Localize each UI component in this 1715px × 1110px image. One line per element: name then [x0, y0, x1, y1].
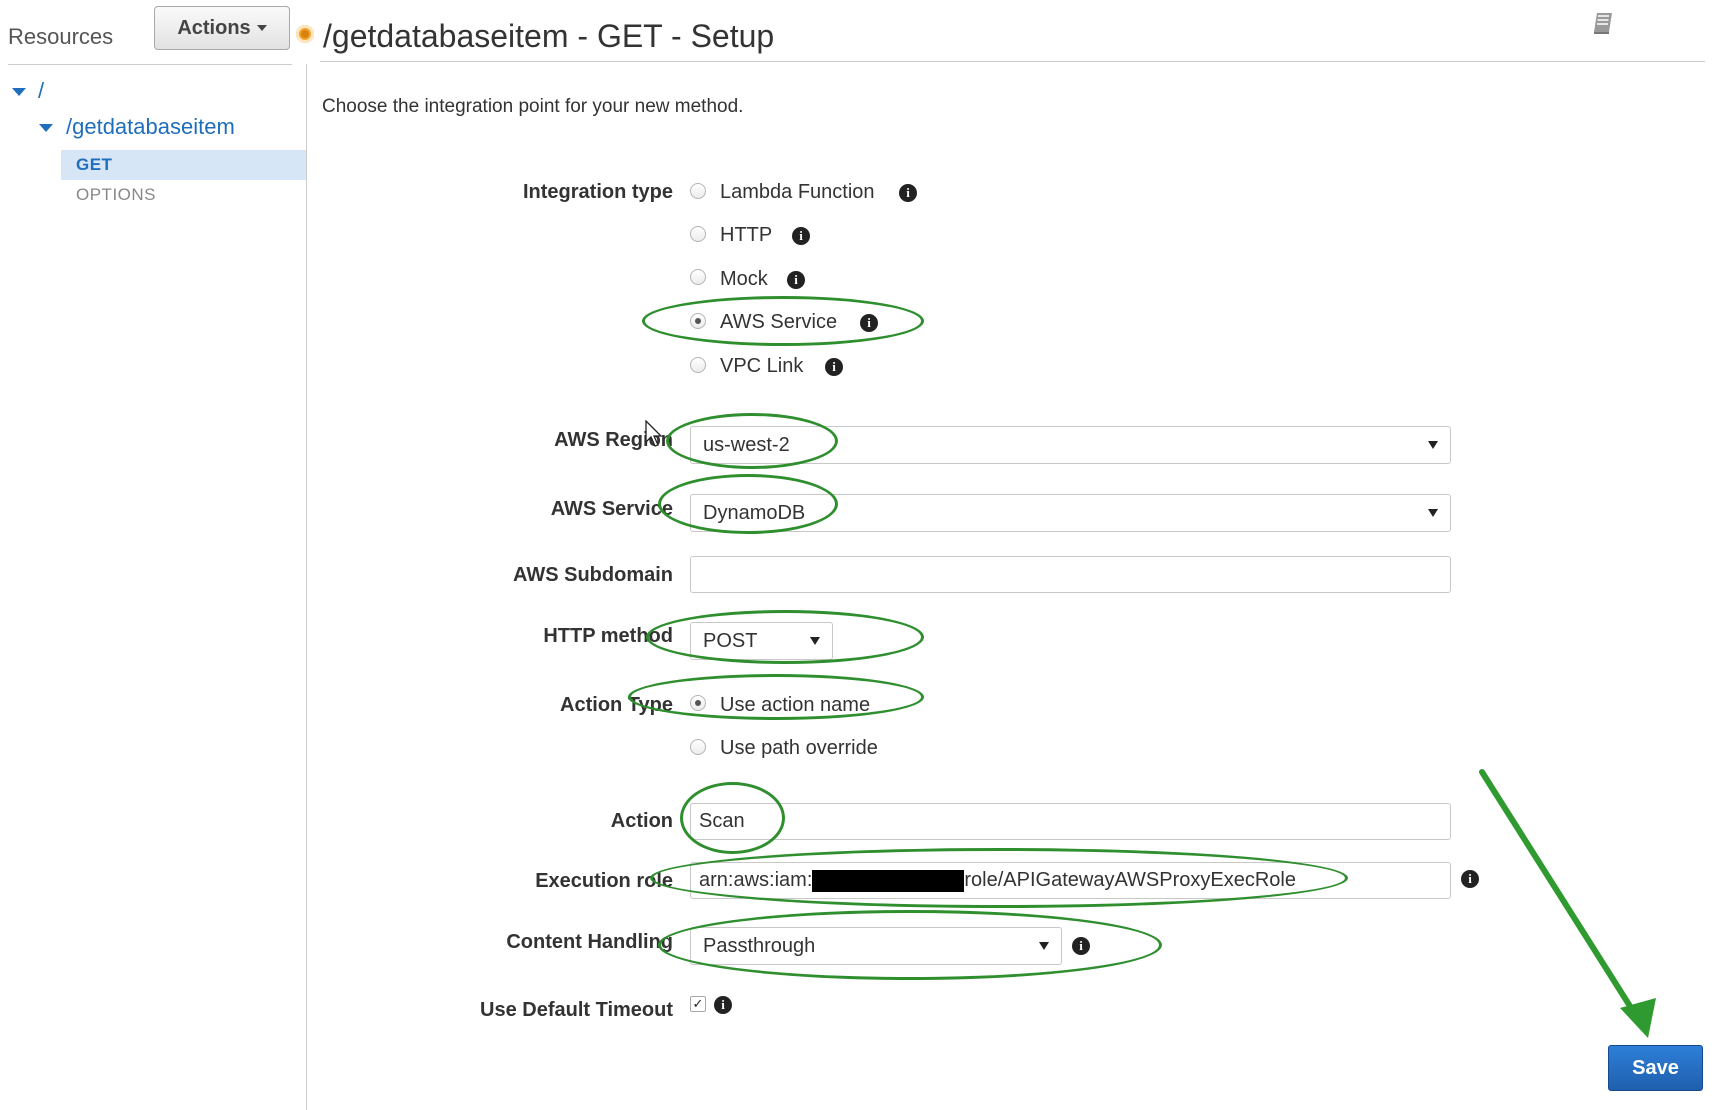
- info-icon[interactable]: i: [787, 271, 805, 289]
- info-icon[interactable]: i: [825, 358, 843, 376]
- info-icon[interactable]: i: [792, 227, 810, 245]
- resources-heading: Resources: [8, 24, 114, 49]
- dropdown-arrow-icon: [1428, 509, 1438, 517]
- action-type-label: Action Type: [560, 694, 673, 716]
- option-http: HTTP: [720, 224, 773, 246]
- annotation-ring-execution-role: [650, 848, 1348, 908]
- radio-http[interactable]: [690, 226, 706, 242]
- annotation-ring-aws-service: [642, 296, 924, 346]
- annotation-ring-content-handling: [658, 910, 1162, 980]
- aws-subdomain-input[interactable]: [690, 556, 1451, 593]
- annotation-ring-region: [666, 413, 838, 469]
- tree-method-options[interactable]: OPTIONS: [76, 185, 156, 205]
- action-input[interactable]: Scan: [690, 803, 1451, 840]
- actions-button[interactable]: Actions: [154, 6, 290, 50]
- execution-role-label: Execution role: [535, 870, 673, 892]
- annotation-arrow-icon: [1479, 769, 1656, 1038]
- info-icon[interactable]: i: [899, 184, 917, 202]
- mouse-cursor-icon: [645, 420, 663, 447]
- radio-lambda-function[interactable]: [690, 183, 706, 199]
- content-handling-label: Content Handling: [506, 931, 673, 953]
- option-lambda-function: Lambda Function: [720, 181, 875, 203]
- info-icon[interactable]: i: [714, 996, 732, 1014]
- aws-region-label: AWS Region: [554, 429, 673, 451]
- action-label: Action: [610, 810, 673, 832]
- option-use-path-override: Use path override: [720, 737, 878, 759]
- aws-subdomain-label: AWS Subdomain: [513, 564, 673, 586]
- intro-text: Choose the integration point for your ne…: [322, 96, 744, 117]
- dropdown-arrow-icon: [1428, 441, 1438, 449]
- sidebar-border: [306, 64, 307, 1110]
- integration-type-label: Integration type: [522, 181, 673, 203]
- tree-collapse-icon[interactable]: [39, 124, 53, 132]
- annotation-ring-action-type: [628, 674, 924, 720]
- radio-vpc-link[interactable]: [690, 357, 706, 373]
- radio-mock[interactable]: [690, 269, 706, 285]
- title-divider: [320, 61, 1705, 62]
- tree-collapse-icon[interactable]: [12, 88, 26, 96]
- annotation-ring-service: [658, 474, 838, 534]
- aws-service-label: AWS Service: [550, 498, 673, 520]
- annotation-ring-action: [680, 782, 785, 854]
- sidebar-divider: [8, 64, 292, 65]
- save-button[interactable]: Save: [1608, 1045, 1703, 1091]
- book-icon[interactable]: [1590, 10, 1616, 36]
- option-vpc-link: VPC Link: [720, 355, 804, 377]
- chevron-down-icon: [256, 25, 267, 31]
- actions-label: Actions: [177, 16, 251, 39]
- status-dot-icon: [296, 25, 314, 43]
- option-mock: Mock: [720, 268, 768, 290]
- radio-use-path-override[interactable]: [690, 739, 706, 755]
- tree-resource-getdatabaseitem[interactable]: /getdatabaseitem: [66, 114, 235, 140]
- http-method-label: HTTP method: [543, 625, 673, 647]
- annotation-ring-http-method: [646, 610, 924, 664]
- tree-root[interactable]: /: [38, 78, 44, 104]
- use-default-timeout-label: Use Default Timeout: [480, 999, 673, 1021]
- use-default-timeout-checkbox[interactable]: ✓: [690, 996, 706, 1012]
- page-title: /getdatabaseitem - GET - Setup: [323, 18, 775, 54]
- tree-method-get[interactable]: GET: [76, 155, 112, 175]
